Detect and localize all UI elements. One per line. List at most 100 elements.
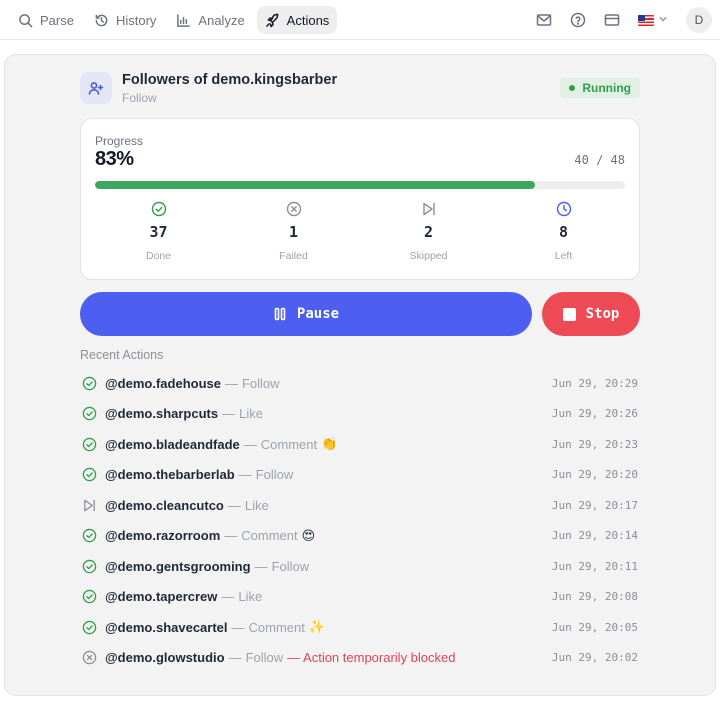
- mail-button[interactable]: [532, 6, 556, 34]
- action-row: @demo.cleancutco — Like Jun 29, 20:17: [80, 490, 640, 521]
- separator: —: [231, 619, 245, 635]
- billing-button[interactable]: [600, 6, 624, 34]
- action-row: @demo.glowstudio — Follow — Action temporar…: [80, 643, 640, 674]
- action-timestamp: Jun 29, 20:20: [551, 468, 638, 482]
- action-type: Follow: [245, 650, 284, 666]
- action-timestamp: Jun 29, 20:23: [551, 437, 638, 451]
- action-username[interactable]: @demo.gentsgrooming: [105, 559, 251, 574]
- progress-percent: 83%: [95, 148, 134, 170]
- check-circle-icon: [80, 466, 98, 484]
- x-circle-icon: [80, 649, 98, 667]
- action-type: Follow: [271, 558, 310, 574]
- action-row: @demo.sharpcuts — Like Jun 29, 20:26: [80, 399, 640, 430]
- chevron-down-icon: [658, 11, 668, 29]
- action-timestamp: Jun 29, 20:02: [551, 651, 638, 665]
- task-title: Followers of demo.kingsbarber: [122, 72, 338, 88]
- avatar[interactable]: D: [686, 7, 712, 33]
- check-circle-icon: [80, 527, 98, 545]
- stat-value: 8: [558, 223, 569, 241]
- action-timestamp: Jun 29, 20:17: [551, 498, 638, 512]
- nav-item-parse[interactable]: Parse: [10, 6, 82, 34]
- action-type: Follow: [241, 375, 280, 391]
- language-selector[interactable]: [634, 6, 672, 34]
- nav-item-label: History: [115, 12, 157, 28]
- action-row: @demo.tapercrew — Like Jun 29, 20:08: [80, 582, 640, 613]
- comment-emoji: ✨: [308, 619, 326, 635]
- stat-skipped: 2 Skipped: [361, 201, 496, 267]
- mail-icon: [536, 14, 552, 26]
- status-badge: Running: [560, 78, 640, 98]
- action-row: @demo.razorroom — Comment 😍 Jun 29, 20:14: [80, 521, 640, 552]
- comment-emoji: 👏: [321, 436, 338, 452]
- pause-label: Pause: [296, 306, 340, 322]
- skip-icon: [422, 202, 435, 216]
- action-username[interactable]: @demo.bladeandfade: [105, 437, 240, 452]
- action-username[interactable]: @demo.cleancutco: [105, 498, 224, 513]
- action-username[interactable]: @demo.sharpcuts: [105, 406, 218, 421]
- check-circle-icon: [80, 557, 98, 575]
- action-type: Like: [238, 589, 263, 605]
- progress-label: Progress: [95, 134, 144, 148]
- progress-bar: [95, 181, 625, 189]
- stat-label: Done: [145, 250, 172, 262]
- status-text: Running: [582, 81, 631, 95]
- stat-value: 2: [423, 223, 434, 241]
- separator: —: [222, 406, 236, 422]
- stat-label: Left: [554, 250, 573, 262]
- nav-item-history[interactable]: History: [86, 6, 164, 34]
- main-nav: Parse History Analyze Actions: [10, 6, 338, 34]
- stop-icon: [562, 307, 576, 321]
- action-timestamp: Jun 29, 20:26: [551, 407, 638, 421]
- progress-bar-fill: [95, 181, 535, 189]
- history-icon: [95, 14, 108, 26]
- help-button[interactable]: [566, 6, 590, 34]
- action-timestamp: Jun 29, 20:05: [551, 620, 638, 634]
- recent-actions-title: Recent Actions: [80, 348, 164, 362]
- nav-item-label: Actions: [286, 12, 330, 28]
- pause-icon: [274, 307, 286, 321]
- action-type: Like: [244, 497, 269, 513]
- check-circle-icon: [80, 374, 98, 392]
- action-username[interactable]: @demo.razorroom: [105, 528, 220, 543]
- help-circle-icon: [570, 12, 586, 28]
- action-username[interactable]: @demo.thebarberlab: [105, 467, 235, 482]
- nav-item-actions[interactable]: Actions: [256, 6, 338, 34]
- stat-failed: 1 Failed: [226, 201, 361, 267]
- credit-card-icon: [604, 14, 620, 26]
- stat-done: 37 Done: [91, 201, 226, 267]
- action-type: Like: [239, 406, 263, 422]
- check-circle-icon: [80, 588, 98, 606]
- status-dot: [569, 85, 576, 91]
- action-row: @demo.thebarberlab — Follow Jun 29, 20:20: [80, 460, 640, 491]
- us-flag-icon: [638, 14, 654, 26]
- x-circle-icon: [286, 201, 301, 217]
- stats-row: 37 Done 1 Failed 2 Skipped 8 Left: [91, 201, 631, 267]
- pause-button[interactable]: Pause: [80, 292, 532, 336]
- action-timestamp: Jun 29, 20:11: [551, 559, 638, 573]
- action-type: Follow: [255, 467, 294, 483]
- action-row: @demo.gentsgrooming — Follow Jun 29, 20:11: [80, 551, 640, 582]
- nav-item-label: Parse: [40, 12, 74, 28]
- separator: —: [227, 497, 241, 513]
- stop-button[interactable]: Stop: [542, 292, 640, 336]
- nav-item-analyze[interactable]: Analyze: [168, 6, 252, 34]
- top-right-controls: D: [532, 6, 712, 34]
- action-timestamp: Jun 29, 20:08: [551, 590, 638, 604]
- check-circle-icon: [80, 405, 98, 423]
- stat-label: Failed: [279, 250, 308, 262]
- separator: —: [224, 528, 238, 544]
- separator: —: [243, 436, 257, 452]
- skip-icon: [80, 496, 98, 514]
- separator: —: [238, 467, 252, 483]
- action-row: @demo.shavecartel — Comment ✨ Jun 29, 20:05: [80, 612, 640, 643]
- separator: —: [228, 650, 242, 666]
- action-username[interactable]: @demo.fadehouse: [105, 376, 221, 391]
- action-username[interactable]: @demo.tapercrew: [105, 589, 217, 604]
- check-circle-icon: [80, 435, 98, 453]
- action-row: @demo.fadehouse — Follow Jun 29, 20:29: [80, 368, 640, 399]
- action-username[interactable]: @demo.shavecartel: [105, 620, 228, 635]
- rocket-icon: [265, 13, 279, 27]
- action-username[interactable]: @demo.glowstudio: [105, 650, 225, 665]
- check-circle-icon: [151, 201, 166, 217]
- action-type: Comment: [248, 619, 305, 635]
